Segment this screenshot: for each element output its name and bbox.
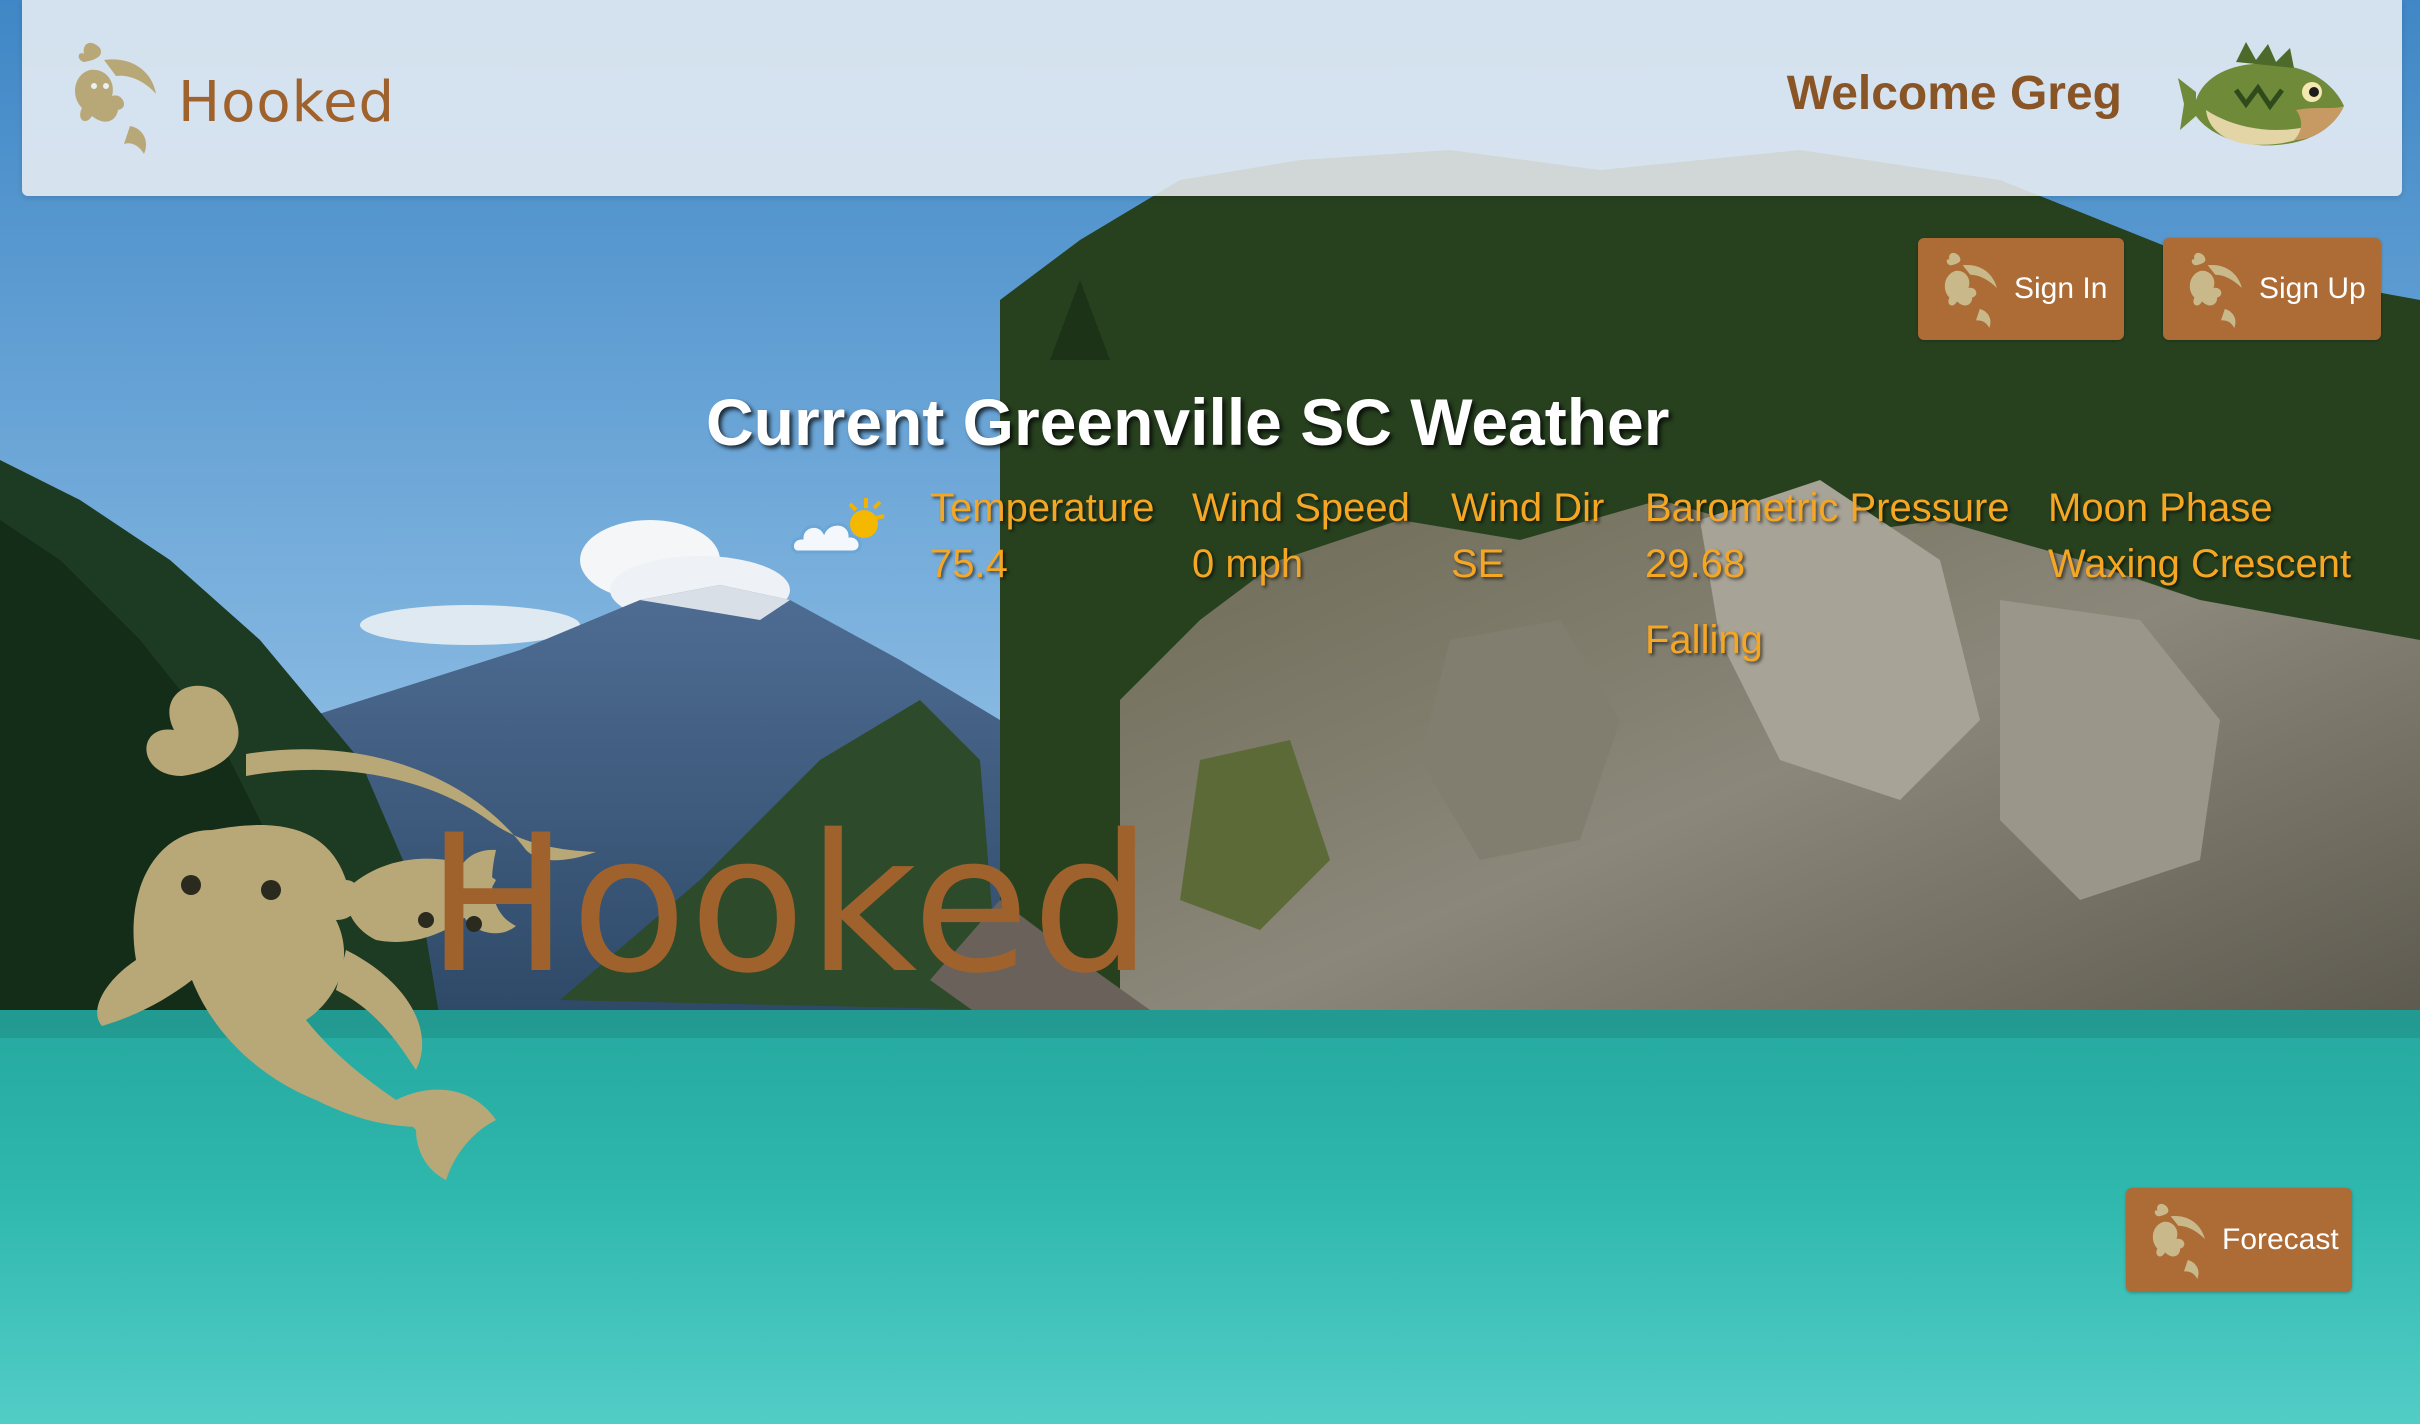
- sign-in-label: Sign In: [2014, 272, 2108, 305]
- temperature-value: 75.4: [930, 542, 1008, 586]
- sign-up-label: Sign Up: [2259, 272, 2366, 305]
- koi-logo-icon: [2189, 252, 2242, 328]
- pressure-trend: Falling: [1645, 618, 1763, 662]
- moon-phase-label: Moon Phase: [2048, 486, 2273, 530]
- moon-phase-value: Waxing Crescent: [2048, 542, 2352, 586]
- hero-hooked-logo: Hooked: [97, 685, 1154, 1180]
- header-logo[interactable]: Hooked: [60, 30, 394, 160]
- wind-speed-label: Wind Speed: [1192, 486, 1410, 530]
- top-nav-bar: Hooked Welcome Greg: [22, 0, 2402, 196]
- barometric-pressure-value: 29.68: [1645, 542, 1746, 586]
- koi-logo-icon: [2152, 1203, 2205, 1279]
- temperature-label: Temperature: [930, 486, 1155, 530]
- partly-sunny-icon: [791, 498, 885, 554]
- welcome-message: Welcome Greg: [1786, 67, 2122, 120]
- bass-fish-avatar[interactable]: [2176, 40, 2352, 170]
- forecast-label: Forecast: [2222, 1223, 2339, 1256]
- wind-dir-label: Wind Dir: [1451, 486, 1605, 530]
- wind-speed-value: 0 mph: [1192, 542, 1304, 586]
- weather-title: Current Greenville SC Weather: [706, 385, 1670, 459]
- sign-in-button[interactable]: Sign In: [1918, 238, 2124, 340]
- koi-logo-icon: [1944, 252, 1997, 328]
- forecast-button[interactable]: Forecast: [2126, 1188, 2352, 1292]
- header-logo-text: Hooked: [178, 70, 396, 135]
- hero-logo-text: Hooked: [426, 794, 1154, 1015]
- wind-dir-value: SE: [1451, 542, 1505, 586]
- sign-up-button[interactable]: Sign Up: [2163, 238, 2381, 340]
- barometric-pressure-label: Barometric Pressure: [1645, 486, 2010, 530]
- koi-logo-icon: [75, 42, 156, 154]
